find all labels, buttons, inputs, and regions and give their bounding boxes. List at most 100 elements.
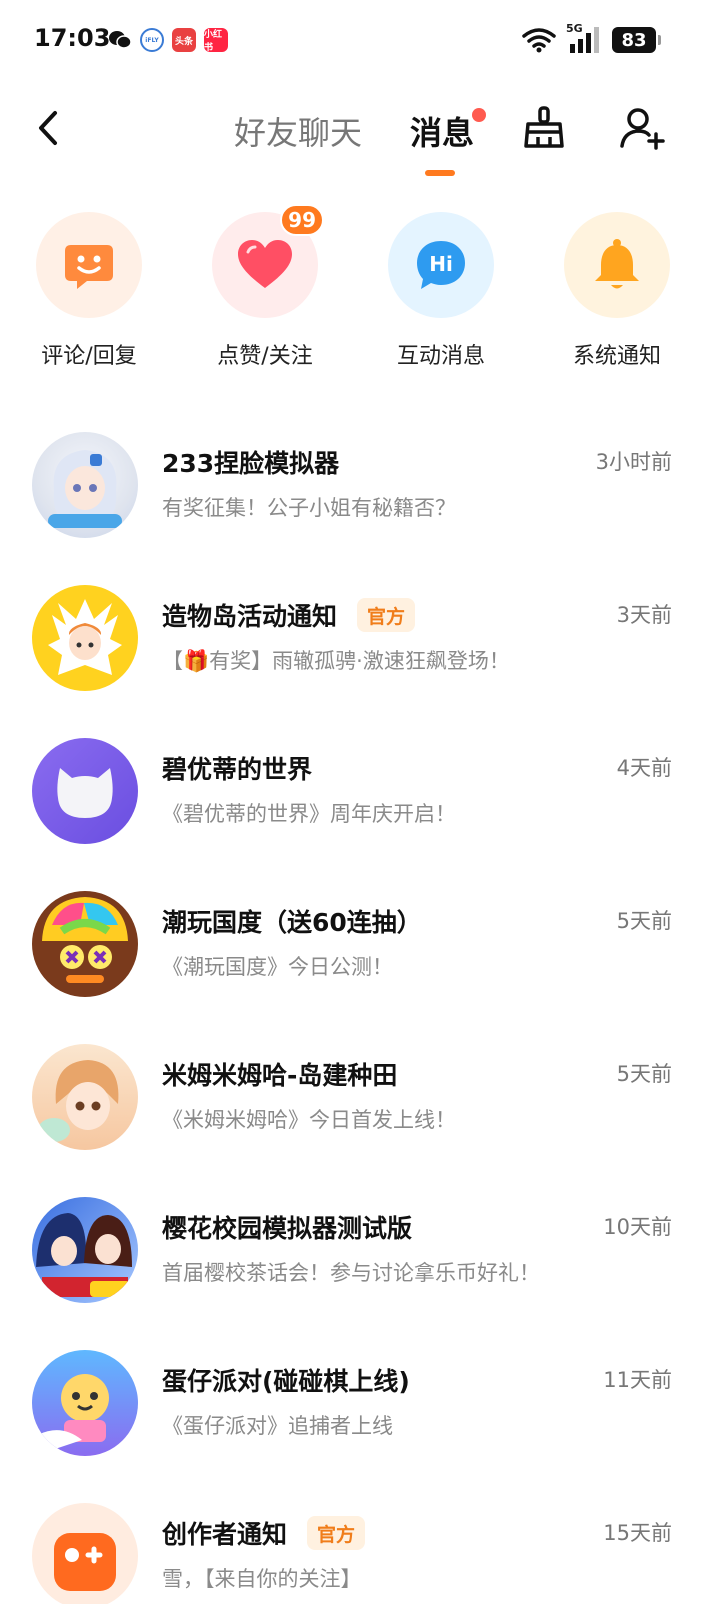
add-friend-button[interactable] [618,104,666,152]
bell-icon [595,239,639,289]
official-tag: 官方 [307,1516,366,1550]
item-title: 创作者通知 官方 [162,1515,366,1551]
list-item[interactable]: 造物岛活动通知 官方 3天前 【🎁有奖】雨辙孤骋·激速狂飙登场！ [0,567,720,720]
item-title: 碧优蒂的世界 [162,750,312,786]
avatar [32,1197,138,1303]
item-title-text: 米姆米姆哈-岛建种田 [162,1061,398,1090]
avatar [32,1503,138,1604]
anime-avatar-icon [48,599,122,675]
signal-icon [570,27,599,53]
top-nav: 好友聊天 消息 [0,84,720,184]
item-preview: 【🎁有奖】雨辙孤骋·激速狂飙登场！ [162,649,510,673]
list-item[interactable]: 创作者通知 官方 15天前 雪，【来自你的关注】 [0,1485,720,1604]
item-preview: 首届樱校茶话会！参与讨论拿乐币好礼！ [162,1261,540,1285]
item-preview: 有奖征集！公子小姐有秘籍否？ [162,496,456,520]
item-preview: 《碧优蒂的世界》周年庆开启！ [162,802,456,826]
item-time: 5天前 [616,1062,672,1086]
item-title-text: 造物岛活动通知 [162,602,338,631]
entry-label: 系统通知 [572,344,661,369]
anime-avatar-icon [48,450,122,528]
entry-label: 点赞/关注 [217,344,313,369]
item-time: 10天前 [603,1215,672,1239]
entry-likes-follows[interactable]: 99 点赞/关注 [210,204,324,370]
wechat-icon [108,28,132,52]
ifly-icon: iFLY [140,28,164,52]
status-bar: 17:03 iFLY 头条 小红书 5G 83 [0,0,720,84]
unread-count-badge: 99 [280,204,324,236]
list-item[interactable]: 樱花校园模拟器测试版 10天前 首届樱校茶话会！参与讨论拿乐币好礼！ [0,1179,720,1332]
item-title: 233捏脸模拟器 [162,444,339,480]
battery-indicator: 83 [612,27,661,53]
creator-icon [54,1533,116,1591]
entry-circle [36,212,142,318]
item-title: 樱花校园模拟器测试版 [162,1209,412,1245]
list-item[interactable]: 蛋仔派对(碰碰棋上线) 11天前 《蛋仔派对》追捕者上线 [0,1332,720,1485]
item-title: 米姆米姆哈-岛建种田 [162,1056,397,1092]
item-preview: 《米姆米姆哈》今日首发上线！ [162,1108,456,1132]
message-list: 233捏脸模拟器 3小时前 有奖征集！公子小姐有秘籍否？ 造物岛活动通知 官方 3… [0,414,720,1604]
game-character-icon [42,897,128,983]
tab-messages[interactable]: 消息 [410,108,474,154]
item-title-text: 蛋仔派对(碰碰棋上线) [162,1367,410,1396]
avatar [32,585,138,691]
item-preview: 雪，【来自你的关注】 [162,1567,362,1591]
broom-icon [524,106,564,148]
item-time: 5天前 [616,909,672,933]
item-title-text: 樱花校园模拟器测试版 [162,1214,413,1243]
item-preview: 《蛋仔派对》追捕者上线 [162,1414,393,1438]
list-item[interactable]: 潮玩国度（送60连抽） 5天前 《潮玩国度》今日公测！ [0,873,720,1026]
avatar [32,891,138,997]
unread-dot [472,108,486,122]
entry-circle: 99 [212,204,324,318]
status-right: 5G 83 [522,22,661,54]
list-item[interactable]: 米姆米姆哈-岛建种田 5天前 《米姆米姆哈》今日首发上线！ [0,1026,720,1179]
item-time: 3天前 [616,603,672,627]
xiaohongshu-icon: 小红书 [204,28,228,53]
avatar [32,432,138,538]
svg-text:Hi: Hi [429,252,453,276]
heart-icon [238,240,292,288]
item-title: 蛋仔派对(碰碰棋上线) [162,1362,410,1398]
smile-bubble-icon [65,245,113,289]
clear-unread-button[interactable] [520,104,568,152]
hi-bubble-icon: Hi [417,241,465,289]
back-button[interactable] [28,106,68,150]
item-title-text: 碧优蒂的世界 [162,755,313,784]
entry-label: 评论/回复 [41,344,137,369]
avatar [32,1350,138,1456]
entry-circle: Hi [388,212,494,318]
item-preview: 《潮玩国度》今日公测！ [162,955,393,979]
item-time: 15天前 [603,1521,672,1545]
entry-label: 互动消息 [396,344,485,369]
item-time: 3小时前 [595,450,672,474]
notification-icons: iFLY 头条 小红书 [108,28,228,53]
list-item[interactable]: 碧优蒂的世界 4天前 《碧优蒂的世界》周年庆开启！ [0,720,720,873]
avatar [32,1044,138,1150]
avatar [32,738,138,844]
official-tag: 官方 [357,598,416,632]
network-indicator: 5G [566,22,602,54]
list-item[interactable]: 233捏脸模拟器 3小时前 有奖征集！公子小姐有秘籍否？ [0,414,720,567]
item-title-text: 潮玩国度（送60连抽） [162,908,422,937]
entry-system-notices[interactable]: 系统通知 [562,212,672,370]
item-title-text: 233捏脸模拟器 [162,449,340,478]
chevron-left-icon [39,111,57,145]
wifi-icon [522,28,556,53]
entry-circle [564,212,670,318]
tab-friends-chat[interactable]: 好友聊天 [234,108,362,154]
item-title: 潮玩国度（送60连抽） [162,903,422,939]
entry-comments-replies[interactable]: 评论/回复 [34,212,144,370]
item-time: 4天前 [616,756,672,780]
item-title-text: 创作者通知 [162,1520,288,1549]
item-title: 造物岛活动通知 官方 [162,597,416,633]
active-tab-indicator [425,170,455,176]
cat-head-icon [57,768,113,818]
egg-party-icon [40,1374,109,1454]
anime-avatar-icon [36,1213,132,1297]
item-time: 11天前 [603,1368,672,1392]
add-user-icon [620,108,665,150]
toutiao-icon: 头条 [172,28,196,52]
entry-interactions[interactable]: Hi 互动消息 [386,212,496,370]
status-time: 17:03 [34,24,111,52]
anime-avatar-icon [38,1060,119,1142]
